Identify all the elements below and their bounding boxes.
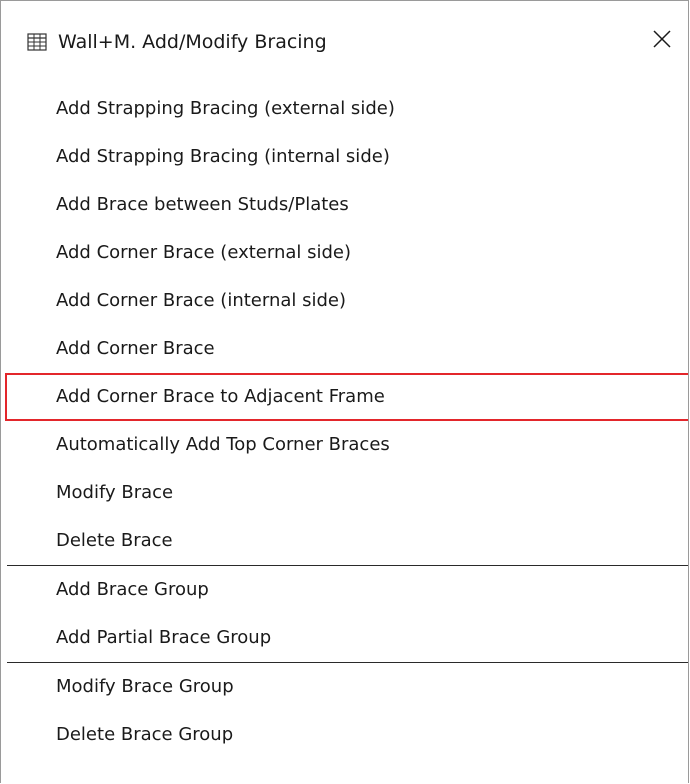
window-title: Wall+M. Add/Modify Bracing xyxy=(58,31,327,53)
close-button[interactable] xyxy=(636,19,688,63)
menu-item-add-strapping-external[interactable]: Add Strapping Bracing (external side) xyxy=(1,85,688,133)
menu-item-add-brace-group[interactable]: Add Brace Group xyxy=(1,566,688,614)
title-bar: Wall+M. Add/Modify Bracing xyxy=(1,1,688,83)
menu-item-auto-add-top-corner-braces[interactable]: Automatically Add Top Corner Braces xyxy=(1,421,688,469)
menu-item-modify-brace-group[interactable]: Modify Brace Group xyxy=(1,663,688,711)
menu-item-add-brace-between-studs[interactable]: Add Brace between Studs/Plates xyxy=(1,181,688,229)
grid-table-icon xyxy=(27,32,47,52)
menu-item-add-strapping-internal[interactable]: Add Strapping Bracing (internal side) xyxy=(1,133,688,181)
close-icon xyxy=(652,29,672,53)
menu-item-modify-brace[interactable]: Modify Brace xyxy=(1,469,688,517)
menu-item-add-corner-brace-adjacent-frame[interactable]: Add Corner Brace to Adjacent Frame xyxy=(5,373,688,421)
menu-item-add-corner-brace[interactable]: Add Corner Brace xyxy=(1,325,688,373)
menu-item-delete-brace[interactable]: Delete Brace xyxy=(1,517,688,565)
menu-item-add-partial-brace-group[interactable]: Add Partial Brace Group xyxy=(1,614,688,662)
bracing-menu: Add Strapping Bracing (external side) Ad… xyxy=(1,85,688,759)
menu-item-delete-brace-group[interactable]: Delete Brace Group xyxy=(1,711,688,759)
menu-item-add-corner-brace-external[interactable]: Add Corner Brace (external side) xyxy=(1,229,688,277)
bracing-dialog: Wall+M. Add/Modify Bracing Add Strapping… xyxy=(0,0,689,783)
menu-item-add-corner-brace-internal[interactable]: Add Corner Brace (internal side) xyxy=(1,277,688,325)
